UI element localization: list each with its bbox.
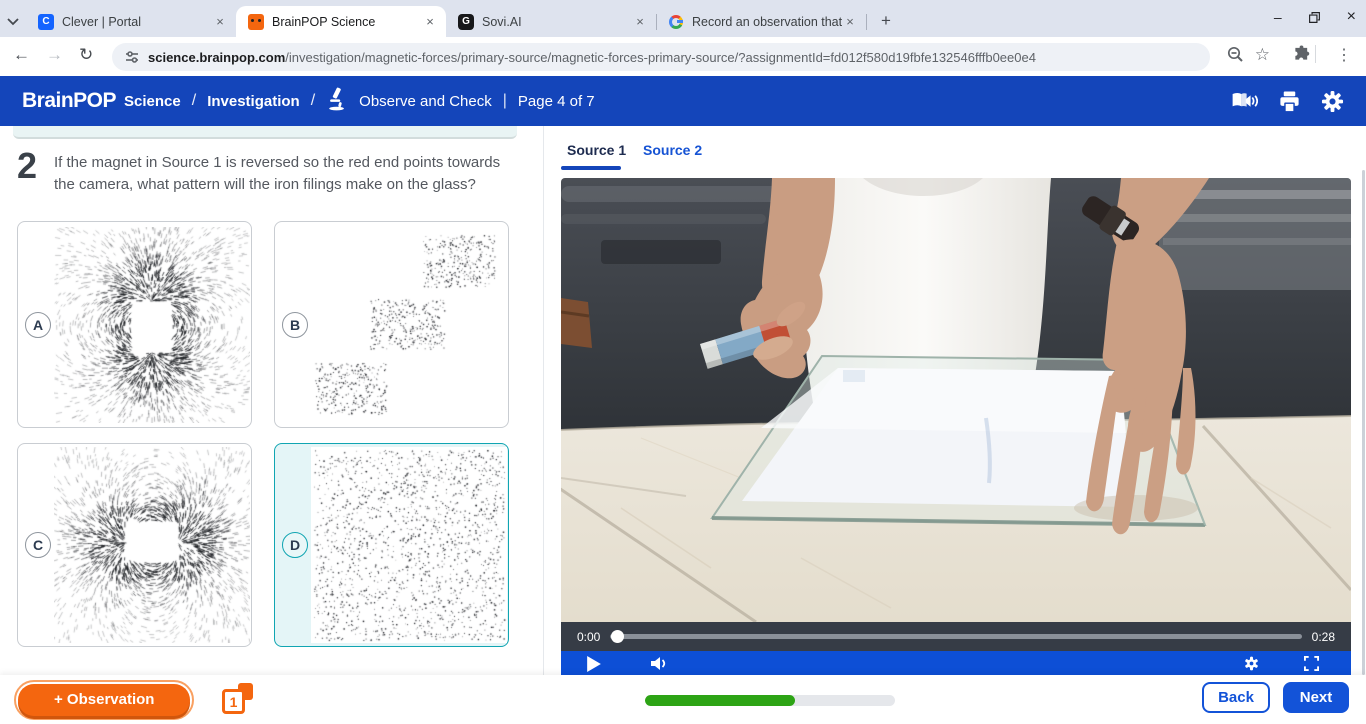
tab-close-icon[interactable]: ×	[842, 14, 858, 29]
browser-window: C Clever | Portal × BrainPOP Science × G…	[0, 0, 1366, 724]
add-observation-button[interactable]: + Observation	[18, 684, 190, 716]
seek-bar[interactable]	[610, 634, 1301, 639]
microscope-icon	[326, 87, 348, 116]
observation-count-badge[interactable]: 1	[222, 683, 253, 714]
url-text: science.brainpop.com/investigation/magne…	[148, 50, 1036, 65]
tab-source-1[interactable]: Source 1	[567, 142, 626, 158]
fullscreen-icon[interactable]	[1304, 656, 1319, 671]
footer-bar: + Observation 1 Back Next	[0, 675, 1366, 724]
active-tab-underline	[561, 166, 621, 170]
option-d-pattern-image	[311, 447, 507, 643]
brainpop-logo-science: Science	[124, 93, 181, 110]
answer-option-d[interactable]: D	[274, 443, 509, 647]
section-title: Observe and Check	[359, 93, 492, 110]
zoom-icon[interactable]	[1226, 45, 1244, 63]
read-aloud-icon[interactable]	[1230, 89, 1258, 113]
volume-icon[interactable]	[651, 656, 669, 671]
video-frame	[561, 178, 1351, 622]
window-restore-button[interactable]	[1308, 11, 1321, 24]
brainpop-logo[interactable]: BrainPOP	[22, 89, 116, 113]
sovi-favicon: G	[458, 14, 474, 30]
video-duration: 0:28	[1312, 630, 1335, 644]
tab-close-icon[interactable]: ×	[632, 14, 648, 29]
site-settings-icon[interactable]	[124, 49, 140, 65]
back-button[interactable]: Back	[1202, 682, 1270, 713]
tab-search-chevron-icon[interactable]	[0, 7, 26, 37]
browser-tab-strip: C Clever | Portal × BrainPOP Science × G…	[0, 0, 1366, 37]
main-content: 2 If the magnet in Source 1 is reversed …	[0, 126, 1366, 724]
back-navigation-icon[interactable]: ←	[13, 45, 30, 65]
window-minimize-button[interactable]: –	[1274, 9, 1282, 25]
tab-title: Clever | Portal	[62, 15, 212, 29]
answer-option-b[interactable]: B	[274, 221, 509, 428]
previous-card-edge	[13, 126, 517, 139]
next-button[interactable]: Next	[1283, 682, 1349, 713]
current-time: 0:00	[577, 630, 600, 644]
tab-close-icon[interactable]: ×	[212, 14, 228, 29]
window-controls: – ×	[1274, 0, 1356, 34]
option-letter-badge: B	[282, 312, 308, 338]
panel-divider	[543, 126, 544, 724]
scrollbar[interactable]	[1362, 170, 1365, 675]
browser-menu-kebab-icon[interactable]: ⋮	[1336, 45, 1352, 65]
lesson-progress-fill	[645, 695, 795, 706]
brainpop-header: BrainPOP Science / Investigation / Obser…	[0, 76, 1366, 126]
tab-close-icon[interactable]: ×	[422, 14, 438, 29]
page-indicator: Page 4 of 7	[518, 93, 595, 110]
video-timebar: 0:00 0:28	[561, 622, 1351, 651]
address-bar[interactable]: science.brainpop.com/investigation/magne…	[112, 43, 1210, 71]
observation-count: 1	[222, 689, 245, 714]
question-text: If the magnet in Source 1 is reversed so…	[54, 152, 506, 196]
video-control-bar	[561, 651, 1351, 675]
tab-title: Record an observation that des	[692, 15, 842, 29]
forward-navigation-icon[interactable]: →	[46, 45, 63, 65]
answer-option-a[interactable]: A	[17, 221, 252, 428]
new-tab-button[interactable]: +	[872, 7, 900, 35]
browser-tab-sovi[interactable]: G Sovi.AI ×	[446, 6, 656, 37]
reload-icon[interactable]: ↻	[79, 45, 93, 65]
breadcrumb-investigation[interactable]: Investigation	[207, 93, 300, 110]
browser-tab-google-doc[interactable]: Record an observation that des ×	[656, 6, 866, 37]
play-icon[interactable]	[587, 656, 601, 672]
answer-option-c[interactable]: C	[17, 443, 252, 647]
window-close-button[interactable]: ×	[1347, 8, 1356, 26]
option-letter-badge: D	[282, 532, 308, 558]
question-number: 2	[17, 148, 37, 184]
settings-gear-icon[interactable]	[1321, 90, 1344, 113]
print-icon[interactable]	[1278, 90, 1301, 113]
option-c-pattern-image	[54, 447, 250, 643]
tab-source-2[interactable]: Source 2	[643, 142, 702, 158]
browser-tab-brainpop[interactable]: BrainPOP Science ×	[236, 6, 446, 37]
tab-title: BrainPOP Science	[272, 15, 422, 29]
add-observation-button-ring: + Observation	[14, 680, 194, 720]
lesson-progress-bar	[645, 695, 895, 706]
option-b-pattern-image	[311, 227, 507, 423]
option-letter-badge: C	[25, 532, 51, 558]
seek-knob[interactable]	[611, 630, 624, 643]
browser-tab-clever[interactable]: C Clever | Portal ×	[26, 6, 236, 37]
video-settings-gear-icon[interactable]	[1244, 656, 1259, 671]
google-favicon	[668, 14, 684, 30]
brainpop-favicon	[248, 14, 264, 30]
video-player[interactable]: 0:00 0:28	[561, 178, 1351, 675]
tab-title: Sovi.AI	[482, 15, 632, 29]
option-letter-badge: A	[25, 312, 51, 338]
clever-favicon: C	[38, 14, 54, 30]
bookmark-star-icon[interactable]: ☆	[1255, 45, 1270, 65]
option-a-pattern-image	[54, 227, 250, 423]
